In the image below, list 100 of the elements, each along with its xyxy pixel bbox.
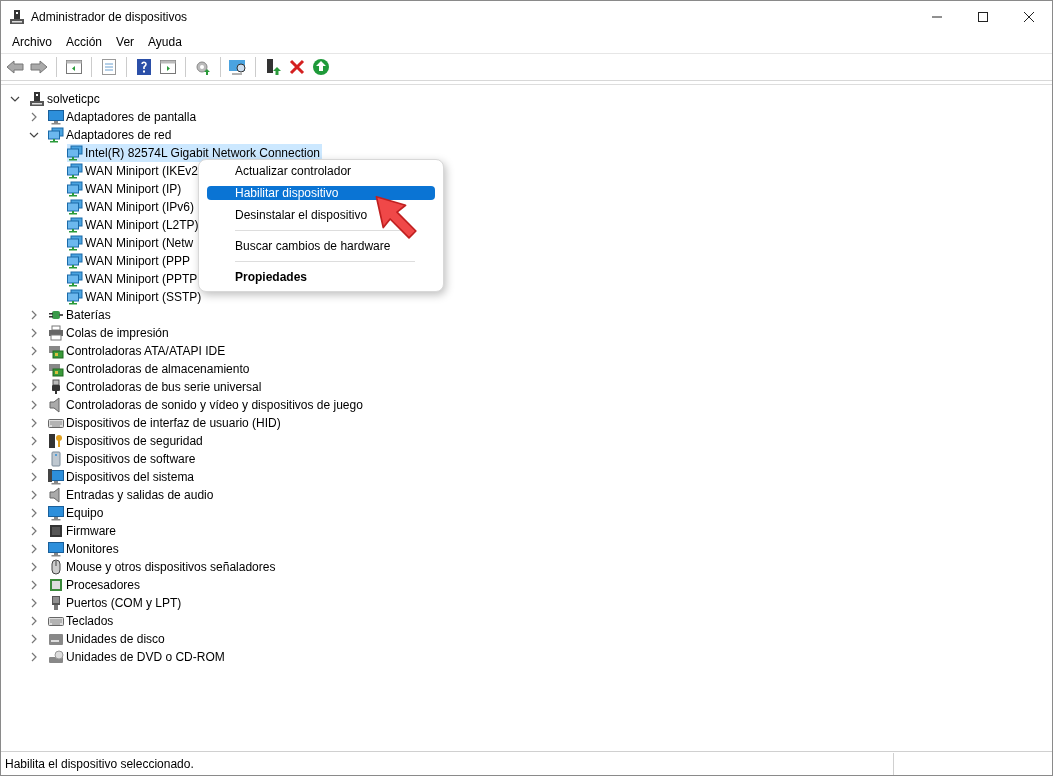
key-icon xyxy=(48,433,64,449)
tree-item[interactable]: Controladoras de almacenamiento xyxy=(48,360,252,378)
tree-item[interactable]: WAN Miniport (PPTP xyxy=(67,270,200,288)
tree-item[interactable]: Monitores xyxy=(48,540,121,558)
menu-item[interactable]: Desinstalar el dispositivo xyxy=(207,204,435,226)
panel-icon[interactable] xyxy=(64,57,84,77)
menu-item[interactable]: Archivo xyxy=(5,35,59,49)
tree-item[interactable]: WAN Miniport (L2TP) xyxy=(67,216,201,234)
back-arrow-icon[interactable] xyxy=(5,57,25,77)
panel-icon[interactable] xyxy=(158,57,178,77)
tree-item[interactable]: Firmware xyxy=(48,522,118,540)
tree-item[interactable]: Controladoras de bus serie universal xyxy=(48,378,264,396)
network-icon xyxy=(67,181,83,197)
tree-item[interactable]: Dispositivos de seguridad xyxy=(48,432,205,450)
chip-icon xyxy=(48,523,64,539)
tree-item-label: Adaptadores de pantalla xyxy=(66,110,197,124)
computer-icon xyxy=(29,91,45,107)
tree-item-label: Dispositivos de software xyxy=(66,452,196,466)
tree-item-label: Controladoras de bus serie universal xyxy=(66,380,262,394)
monitor-icon xyxy=(48,505,64,521)
card-icon xyxy=(48,361,64,377)
tree-item-label: Intel(R) 82574L Gigabit Network Connection xyxy=(85,146,320,160)
network-icon xyxy=(67,217,83,233)
tree-item-label: WAN Miniport (PPP xyxy=(85,254,190,268)
menu-item[interactable]: Habilitar dispositivo xyxy=(207,186,435,200)
tree-item[interactable]: WAN Miniport (IPv6) xyxy=(67,198,196,216)
tree-item[interactable]: WAN Miniport (IP) xyxy=(67,180,184,198)
network-icon xyxy=(67,145,83,161)
tree-item-label: Puertos (COM y LPT) xyxy=(66,596,182,610)
tree-item-label: Controladoras de sonido y vídeo y dispositivos de juego xyxy=(66,398,363,412)
tree-item[interactable]: Procesadores xyxy=(48,576,143,594)
mouse-icon xyxy=(48,559,64,575)
tree-item-label: WAN Miniport (IP) xyxy=(85,182,182,196)
tree-item[interactable]: Adaptadores de pantalla xyxy=(48,108,199,126)
tree-item-label: WAN Miniport (IKEv2 xyxy=(85,164,198,178)
tree-item[interactable]: WAN Miniport (IKEv2 xyxy=(67,162,200,180)
tree-item-label: Teclados xyxy=(66,614,114,628)
tree-item[interactable]: Colas de impresión xyxy=(48,324,171,342)
network-icon xyxy=(67,163,83,179)
tree-item[interactable]: Teclados xyxy=(48,612,116,630)
tree-item[interactable]: Unidades de disco xyxy=(48,630,167,648)
tree-item-label: Firmware xyxy=(66,524,116,538)
tree-item[interactable]: Dispositivos de interfaz de usuario (HID) xyxy=(48,414,283,432)
menu-item[interactable]: Ver xyxy=(109,35,142,49)
network-icon xyxy=(67,271,83,287)
tree-item-label: Adaptadores de red xyxy=(66,128,172,142)
help-icon[interactable] xyxy=(134,57,154,77)
tree-item[interactable]: Puertos (COM y LPT) xyxy=(48,594,184,612)
tower-icon xyxy=(48,451,64,467)
network-icon xyxy=(48,127,64,143)
tree-item[interactable]: Mouse y otros dispositivos señaladores xyxy=(48,558,278,576)
tree-item[interactable]: Intel(R) 82574L Gigabit Network Connection xyxy=(67,144,322,162)
tree-item[interactable]: WAN Miniport (Netw xyxy=(67,234,196,252)
tree-item[interactable]: Entradas y salidas de audio xyxy=(48,486,216,504)
monitor-icon xyxy=(48,109,64,125)
menu-item[interactable]: Propiedades xyxy=(207,266,435,288)
tree-item[interactable]: Dispositivos del sistema xyxy=(48,468,197,486)
network-icon xyxy=(67,289,83,305)
tree-item-label: Baterías xyxy=(66,308,111,322)
tree-item[interactable]: Baterías xyxy=(48,306,113,324)
menu-item[interactable]: Ayuda xyxy=(141,35,189,49)
menu-item[interactable]: Acción xyxy=(59,35,110,49)
tree-item[interactable]: Controladoras ATA/ATAPI IDE xyxy=(48,342,228,360)
tree-item[interactable]: WAN Miniport (SSTP) xyxy=(67,288,204,306)
tree-item-label: Entradas y salidas de audio xyxy=(66,488,214,502)
network-icon xyxy=(67,253,83,269)
x-icon[interactable] xyxy=(287,57,307,77)
tree-item-label: Controladoras de almacenamiento xyxy=(66,362,250,376)
network-icon xyxy=(67,199,83,215)
tree-item-label: Monitores xyxy=(66,542,119,556)
tree-item[interactable]: WAN Miniport (PPP xyxy=(67,252,192,270)
tree-item[interactable]: solveticpc xyxy=(29,90,102,108)
computer-icon xyxy=(48,469,64,485)
disc-drive-icon xyxy=(48,649,64,665)
drive-icon xyxy=(48,631,64,647)
tree-item[interactable]: Controladoras de sonido y vídeo y dispositivos de juego xyxy=(48,396,365,414)
tree-item[interactable]: Equipo xyxy=(48,504,106,522)
list-window-icon[interactable] xyxy=(99,57,119,77)
tree-item-label: Controladoras ATA/ATAPI IDE xyxy=(66,344,226,358)
monitor-search-icon[interactable] xyxy=(228,57,248,77)
tree-item-label: WAN Miniport (IPv6) xyxy=(85,200,194,214)
menu-item[interactable]: Actualizar controlador xyxy=(207,160,435,182)
menu-item[interactable]: Buscar cambios de hardware xyxy=(207,235,435,257)
card-icon xyxy=(48,343,64,359)
tree-item-label: WAN Miniport (SSTP) xyxy=(85,290,202,304)
tree-item-label: Mouse y otros dispositivos señaladores xyxy=(66,560,276,574)
network-icon xyxy=(67,235,83,251)
tree-item[interactable]: Unidades de DVD o CD-ROM xyxy=(48,648,227,666)
tree-item-label: Dispositivos del sistema xyxy=(66,470,195,484)
forward-arrow-icon[interactable] xyxy=(29,57,49,77)
tree-item-label: Dispositivos de interfaz de usuario (HID) xyxy=(66,416,281,430)
tree-item-label: Unidades de DVD o CD-ROM xyxy=(66,650,225,664)
tree-item-label: Colas de impresión xyxy=(66,326,169,340)
status-text: Habilita el dispositivo seleccionado. xyxy=(5,756,195,771)
monitor-icon xyxy=(48,541,64,557)
tree-item-label: solveticpc xyxy=(47,92,100,106)
tree-item-label: WAN Miniport (PPTP xyxy=(85,272,198,286)
tree-item[interactable]: Dispositivos de software xyxy=(48,450,198,468)
printer-icon xyxy=(48,325,64,341)
tree-item[interactable]: Adaptadores de red xyxy=(48,126,174,144)
